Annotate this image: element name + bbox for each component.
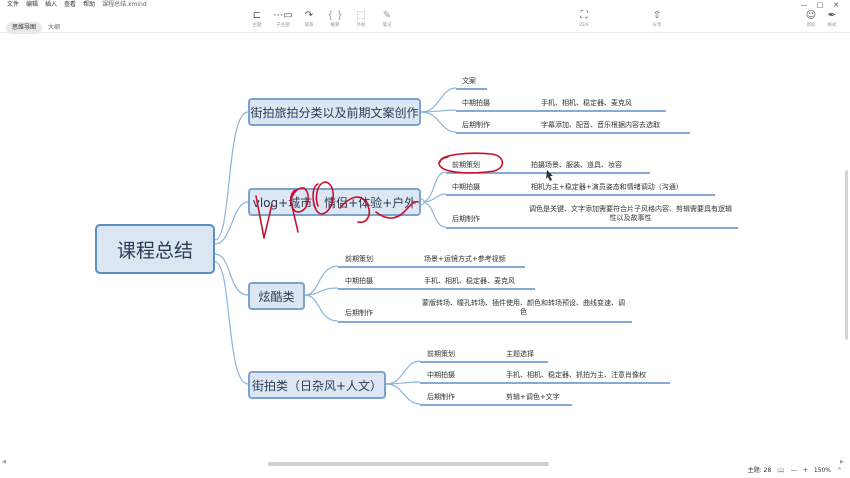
vertical-scrollbar[interactable] (845, 170, 848, 340)
zoom-out-button[interactable]: — (791, 466, 797, 476)
pen-annotations (255, 152, 553, 239)
zoom-dropdown-icon[interactable]: ⌃ (837, 466, 842, 476)
mouse-cursor-icon (546, 170, 553, 181)
scroll-left-arrow[interactable]: ◀ (2, 459, 6, 465)
scroll-right-arrow[interactable]: ▶ (840, 459, 844, 465)
topic-count: 主题: 28 (747, 467, 772, 474)
book-icon[interactable]: 📖 (777, 466, 784, 476)
status-bar: 主题: 28 📖 — +150% ⌃ (742, 466, 842, 476)
horizontal-scrollbar[interactable] (268, 462, 549, 466)
zoom-level[interactable]: 150% (814, 466, 831, 476)
zoom-in-button[interactable]: + (803, 466, 808, 476)
